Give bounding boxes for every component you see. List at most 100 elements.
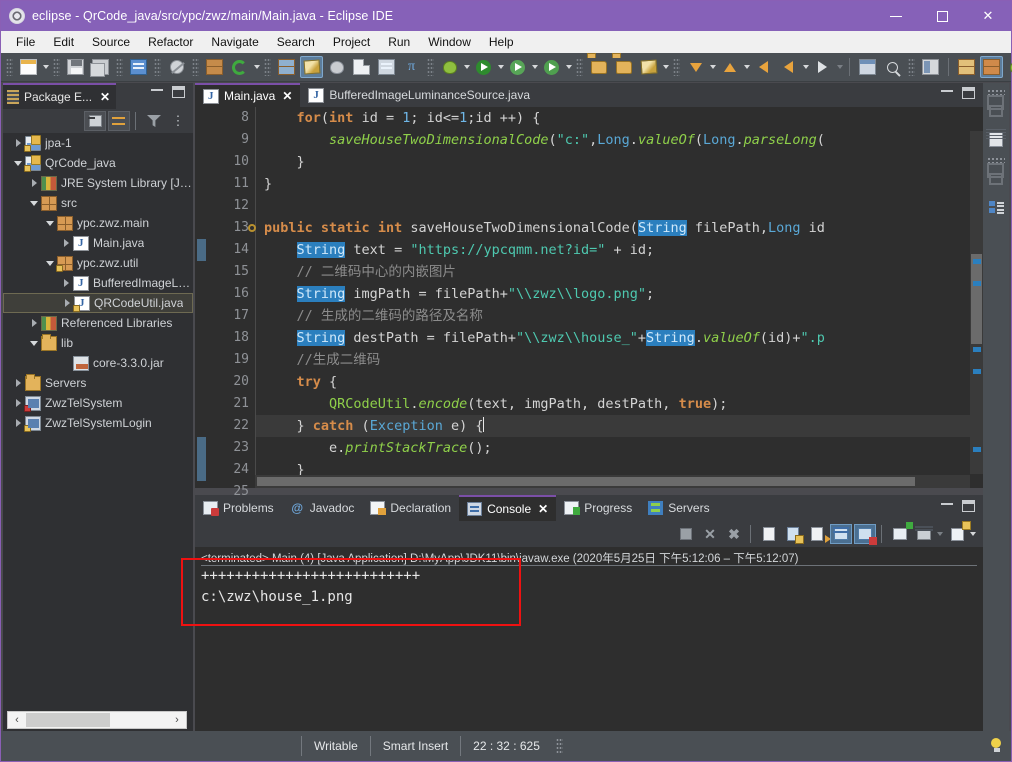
word-wrap-icon[interactable] [806, 524, 828, 544]
print-icon[interactable] [127, 56, 150, 78]
breakpoint-marker-icon[interactable] [248, 224, 256, 232]
tree-item-referenced-libraries[interactable]: Referenced Libraries [3, 313, 193, 333]
editor-marker-bar[interactable] [195, 107, 209, 488]
code-line[interactable]: String imgPath = filePath+"\\zwz\\logo.p… [256, 283, 983, 305]
twisty-expanded-icon[interactable] [43, 253, 57, 273]
twisty-collapsed-icon[interactable] [60, 293, 74, 313]
package-explorer-hscrollbar[interactable]: ‹ › [7, 711, 187, 729]
twisty-collapsed-icon[interactable] [11, 393, 25, 413]
view-menu-icon[interactable]: ⋮ [167, 111, 189, 131]
terminate-icon[interactable] [675, 524, 697, 544]
run-dropdown-icon[interactable] [496, 56, 505, 78]
remove-all-terminated-icon[interactable]: ✖ [723, 524, 745, 544]
debug-dropdown-icon[interactable] [462, 56, 471, 78]
console-output-area[interactable]: <terminated> Main (4) [Java Application]… [195, 547, 983, 731]
twisty-collapsed-icon[interactable] [59, 273, 73, 293]
status-grip[interactable] [555, 738, 563, 754]
tree-item-servers[interactable]: Servers [3, 373, 193, 393]
menu-help[interactable]: Help [480, 33, 523, 51]
display-selected-console-icon[interactable] [913, 524, 935, 544]
tree-item-zwztelsystemlogin[interactable]: ZwzTelSystemLogin [3, 413, 193, 433]
scroll-thumb[interactable] [26, 713, 110, 727]
next-annotation-dropdown-icon[interactable] [708, 56, 717, 78]
remove-launch-icon[interactable]: ✕ [699, 524, 721, 544]
tree-item-jpa-1[interactable]: jpa-1 [3, 133, 193, 153]
minimize-icon[interactable] [941, 90, 953, 92]
pin-console-icon[interactable] [889, 524, 911, 544]
open-resource-icon[interactable] [612, 56, 635, 78]
perspective-java-ee-icon[interactable] [955, 56, 978, 78]
minimize-icon[interactable] [941, 503, 953, 505]
editor-overview-ruler[interactable] [970, 131, 983, 474]
tab-problems[interactable]: Problems [195, 495, 282, 521]
scroll-right-icon[interactable]: › [168, 714, 186, 726]
debug-icon[interactable] [275, 56, 298, 78]
code-line[interactable]: } catch (Exception e) { [256, 415, 983, 437]
tab-javadoc[interactable]: @ Javadoc [282, 495, 363, 521]
forward-icon[interactable] [811, 56, 834, 78]
skip-breakpoints-icon[interactable] [325, 56, 348, 78]
save-icon[interactable] [64, 56, 87, 78]
close-button[interactable]: ✕ [965, 1, 1011, 31]
close-icon[interactable]: ✕ [538, 502, 548, 516]
tab-console[interactable]: Console ✕ [459, 495, 557, 521]
link-with-editor-icon[interactable] [108, 111, 130, 131]
new-java-package-icon[interactable] [203, 56, 226, 78]
tree-item-core-jar[interactable]: core-3.3.0.jar [3, 353, 193, 373]
toolbar-grip-8[interactable] [576, 58, 583, 76]
tree-item-qrcodeutil-java[interactable]: QRCodeUtil.java [3, 293, 193, 313]
toolbar-grip[interactable] [6, 58, 13, 76]
tree-item-main-java[interactable]: Main.java [3, 233, 193, 253]
debug-run-icon[interactable] [438, 56, 461, 78]
edit-dropdown-icon[interactable] [661, 56, 670, 78]
menu-window[interactable]: Window [419, 33, 480, 51]
code-line[interactable]: public static int saveHouseTwoDimensiona… [256, 217, 983, 239]
last-edit-location-icon[interactable] [752, 56, 775, 78]
maximize-icon[interactable] [962, 500, 975, 512]
minimize-icon[interactable] [151, 89, 163, 91]
twisty-expanded-icon[interactable] [27, 193, 41, 213]
previous-annotation-dropdown-icon[interactable] [742, 56, 751, 78]
tab-progress[interactable]: Progress [556, 495, 640, 521]
editor-hscrollbar[interactable] [255, 475, 970, 488]
twisty-expanded-icon[interactable] [43, 213, 57, 233]
scroll-thumb[interactable] [257, 477, 915, 486]
restore-view-icon-2[interactable] [984, 167, 1008, 191]
new-java-class-icon[interactable] [228, 56, 251, 78]
coverage-dropdown-icon[interactable] [530, 56, 539, 78]
open-type-icon[interactable] [350, 56, 373, 78]
tree-item-bufferedimageluminancesource[interactable]: BufferedImageL… [3, 273, 193, 293]
tree-item-zwztelsystem[interactable]: ZwzTelSystem [3, 393, 193, 413]
tab-bufferedimageluminancesource-java[interactable]: BufferedImageLuminanceSource.java [300, 83, 538, 107]
code-line[interactable]: } [256, 173, 983, 195]
tree-item-jre-system-library[interactable]: JRE System Library [J… [3, 173, 193, 193]
new-dropdown-icon[interactable] [41, 56, 50, 78]
code-line[interactable]: String text = "https://ypcqmm.net?id=" +… [256, 239, 983, 261]
scroll-lock-icon[interactable] [782, 524, 804, 544]
edit-icon[interactable] [637, 56, 660, 78]
toolbar-grip-3[interactable] [116, 58, 123, 76]
close-icon[interactable]: ✕ [100, 90, 110, 104]
code-line[interactable]: QRCodeUtil.encode(text, imgPath, destPat… [256, 393, 983, 415]
show-console-on-output-icon[interactable] [830, 524, 852, 544]
new-java-class-dropdown-icon[interactable] [252, 56, 261, 78]
tree-item-ypc-zwz-main[interactable]: ypc.zwz.main [3, 213, 193, 233]
menu-source[interactable]: Source [83, 33, 139, 51]
collapse-all-icon[interactable] [84, 111, 106, 131]
restore-view-icon[interactable] [984, 99, 1008, 123]
twisty-expanded-icon[interactable] [11, 153, 25, 173]
open-task-icon[interactable] [375, 56, 398, 78]
back-dropdown-icon[interactable] [801, 56, 810, 78]
maximize-button[interactable] [919, 1, 965, 31]
code-line[interactable]: e.printStackTrace(); [256, 437, 983, 459]
twisty-collapsed-icon[interactable] [27, 173, 41, 193]
open-console-icon[interactable] [946, 524, 968, 544]
minimize-button[interactable] [873, 1, 919, 31]
code-line[interactable]: // 二维码中心的内嵌图片 [256, 261, 983, 283]
menu-file[interactable]: File [7, 33, 44, 51]
run-last-icon[interactable] [540, 56, 563, 78]
menu-edit[interactable]: Edit [44, 33, 83, 51]
new-wizard-icon[interactable] [17, 56, 40, 78]
tree-item-lib[interactable]: lib [3, 333, 193, 353]
twisty-collapsed-icon[interactable] [11, 413, 25, 433]
